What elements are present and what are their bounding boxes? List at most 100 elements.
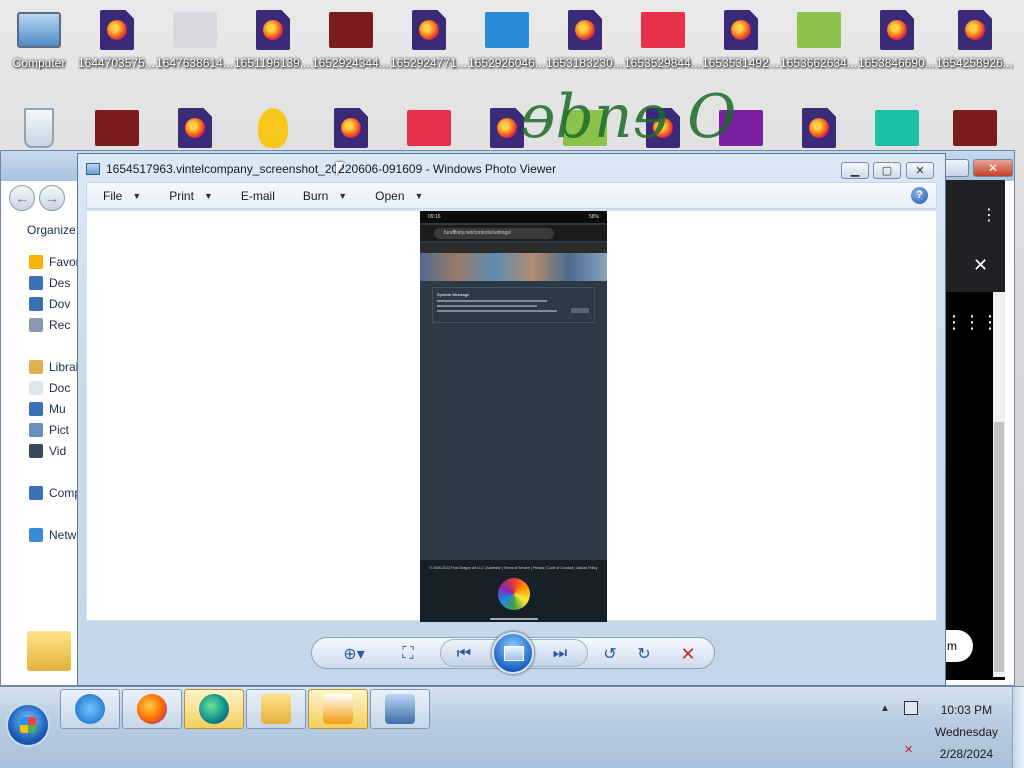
apps-grid-icon[interactable]: ⋮⋮⋮ <box>945 312 999 333</box>
close-icon[interactable]: ✕ <box>973 255 988 276</box>
desktop-icon[interactable] <box>390 104 468 152</box>
rotate-cw-button[interactable]: ↻ <box>632 642 656 666</box>
desktop-icon[interactable] <box>78 104 156 152</box>
sidebar-item[interactable]: Des <box>29 276 70 290</box>
sidebar-item-label: Favor <box>49 255 80 269</box>
desktop-icon[interactable]: 1653531492.... <box>702 6 780 70</box>
forward-button[interactable]: → <box>39 185 65 211</box>
actual-size-button[interactable]: ⛶ <box>396 642 420 666</box>
desktop-icon[interactable] <box>468 104 546 152</box>
taskbar-app-button[interactable] <box>184 689 244 729</box>
desktop-icon-label: 1653531492.... <box>702 56 780 70</box>
firefox-document-icon <box>880 10 914 50</box>
explorer-close-button[interactable]: ✕ <box>973 159 1013 177</box>
help-icon[interactable]: ? <box>911 187 928 204</box>
previous-button[interactable]: ⏮ <box>452 642 476 666</box>
desktop-icon[interactable]: 1653662634.... <box>780 6 858 70</box>
sidebar-item[interactable]: Rec <box>29 318 70 332</box>
sidebar-item[interactable]: Pict <box>29 423 69 437</box>
sidebar-item-label: Vid <box>49 444 67 458</box>
next-button[interactable]: ⏭ <box>548 642 572 666</box>
image-thumbnail-icon <box>797 12 841 48</box>
show-hidden-icons-icon[interactable]: ▲ <box>880 703 890 714</box>
mouse-cursor <box>336 162 344 176</box>
firefox-icon <box>137 694 167 724</box>
dropdown-arrow-icon: ▼ <box>338 190 348 201</box>
taskbar-app-button[interactable] <box>122 689 182 729</box>
image-thumbnail-icon <box>875 110 919 146</box>
menu-open[interactable]: Open ▼ <box>359 189 435 203</box>
libraries-icon <box>29 360 43 374</box>
sidebar-item[interactable]: Vid <box>29 444 66 458</box>
sidebar-item[interactable]: Favor <box>29 255 80 269</box>
zoom-button[interactable]: ⊕▾ <box>338 642 370 666</box>
sidebar-item[interactable]: Comp <box>29 486 81 500</box>
network-tray-icon[interactable] <box>904 701 918 715</box>
desktop-icon[interactable] <box>624 104 702 152</box>
sidebar-item[interactable]: Dov <box>29 297 70 311</box>
desktop-icon[interactable] <box>858 104 936 152</box>
taskbar-app-button[interactable] <box>246 689 306 729</box>
show-desktop-button[interactable] <box>1012 687 1024 768</box>
image-thumbnail-icon <box>485 12 529 48</box>
taskbar-app-button[interactable] <box>308 689 368 729</box>
maximize-button[interactable]: ▢ <box>873 162 901 179</box>
desktop-icon[interactable] <box>702 104 780 152</box>
close-button[interactable]: ✕ <box>906 162 934 179</box>
minimize-button[interactable]: ▁ <box>841 162 869 179</box>
desktop-icon[interactable]: 1651196139.... <box>234 6 312 70</box>
firefox-document-icon <box>646 108 680 148</box>
rotate-ccw-button[interactable]: ↺ <box>598 642 622 666</box>
desktop-icon[interactable] <box>312 104 390 152</box>
sidebar-item[interactable]: Netw <box>29 528 76 542</box>
sidebar-item-label: Doc <box>49 381 71 395</box>
desktop-icon[interactable] <box>156 104 234 152</box>
image-thumbnail-icon <box>407 110 451 146</box>
desktop-icon[interactable]: 1647638614.... <box>156 6 234 70</box>
clock[interactable]: 10:03 PM Wednesday 2/28/2024 <box>935 699 998 765</box>
menu-burn[interactable]: Burn ▼ <box>287 189 359 203</box>
desktop-icon[interactable]: 1653846690.... <box>858 6 936 70</box>
scrollbar[interactable] <box>993 292 1005 677</box>
desktop-icon[interactable]: Computer <box>0 6 78 70</box>
desktop-icon[interactable] <box>780 104 858 152</box>
desktop-icon[interactable]: 1644703575.... <box>78 6 156 70</box>
desktop-icon[interactable] <box>936 104 1014 152</box>
back-button[interactable]: ← <box>9 185 35 211</box>
window-title: 1654517963.vintelcompany_screenshot_2022… <box>106 162 557 176</box>
background-app-button[interactable]: m <box>945 630 973 662</box>
desktop-icon-label: 1652924771.... <box>390 56 468 70</box>
sidebar-item[interactable]: Librai <box>29 360 78 374</box>
desktop-icon[interactable]: 1653529844.... <box>624 6 702 70</box>
slideshow-button[interactable] <box>492 632 534 674</box>
organize-menu[interactable]: Organize <box>27 223 76 237</box>
taskbar-app-button[interactable] <box>60 689 120 729</box>
desktop-icon-label: Computer <box>12 56 66 70</box>
next-icon: ⏭ <box>552 645 568 662</box>
desktop-icon[interactable]: 1652926046.... <box>468 6 546 70</box>
menu-print[interactable]: Print ▼ <box>153 189 225 203</box>
menu-email[interactable]: E-mail <box>225 189 287 203</box>
scrollbar-thumb[interactable] <box>994 422 1004 672</box>
sidebar-item-label: Des <box>49 276 71 290</box>
delete-button[interactable]: ✕ <box>676 642 700 666</box>
desktop-icon[interactable]: 1652924344.... <box>312 6 390 70</box>
photo-viewer-app-icon <box>86 163 100 175</box>
desktop-icon[interactable]: 1652924771.... <box>390 6 468 70</box>
star-icon <box>29 255 43 269</box>
desktop-icon[interactable]: 1653183230.... <box>546 6 624 70</box>
message-line <box>437 305 537 307</box>
desktop-icon[interactable] <box>0 104 78 152</box>
sidebar-item[interactable]: Doc <box>29 381 70 395</box>
recycle-bin-icon <box>24 108 54 148</box>
more-options-icon[interactable]: ⋮ <box>981 205 997 225</box>
menu-file[interactable]: File ▼ <box>87 189 153 203</box>
desktop-icon[interactable]: 1654258926.... <box>936 6 1014 70</box>
duck-icon <box>258 108 288 148</box>
start-button[interactable] <box>6 703 50 747</box>
desktop-icon[interactable] <box>546 104 624 152</box>
taskbar-app-button[interactable] <box>370 689 430 729</box>
volume-muted-icon[interactable]: ✕ <box>904 743 918 756</box>
sidebar-item[interactable]: Mu <box>29 402 66 416</box>
desktop-icon[interactable] <box>234 104 312 152</box>
